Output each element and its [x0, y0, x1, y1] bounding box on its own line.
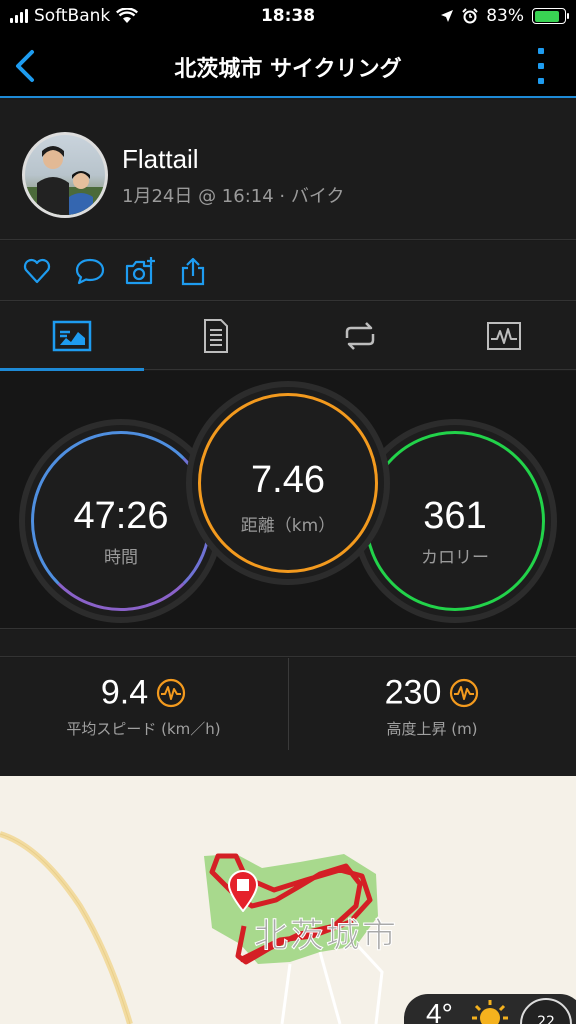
temperature: 4°: [426, 998, 453, 1024]
loop-icon: [345, 322, 375, 350]
distance-value: 7.46: [251, 459, 325, 501]
comment-icon: [75, 258, 105, 285]
avatar[interactable]: [22, 132, 108, 218]
more-button[interactable]: [536, 48, 546, 84]
calories-value: 361: [423, 495, 487, 537]
map-canvas: [0, 831, 384, 1024]
start-pin-icon: [227, 870, 259, 912]
location-arrow-icon: [441, 10, 454, 22]
user-name[interactable]: Flattail: [122, 144, 199, 175]
tab-details[interactable]: [144, 302, 288, 370]
battery-icon: [532, 8, 569, 24]
summary-circles: 47:26 時間 361 カロリー 7.46 距離（km）: [0, 371, 576, 629]
activity-header: Flattail 1月24日 @ 16:14 · バイク: [0, 100, 576, 240]
elevation-stat: 230 高度上昇 (m): [288, 658, 575, 750]
weather-widget: 4° 22: [404, 994, 576, 1024]
time-label: 時間: [104, 548, 138, 568]
chart-icon: [487, 322, 521, 350]
elevation-value: 230: [384, 673, 442, 712]
comment-button[interactable]: [74, 256, 106, 286]
divider: [0, 630, 576, 657]
avg-speed-value: 9.4: [100, 673, 149, 712]
heart-icon: [23, 258, 51, 284]
add-photo-button[interactable]: [124, 256, 158, 286]
avg-speed-stat: 9.4 平均スピード (km／h): [0, 658, 287, 750]
like-button[interactable]: [22, 256, 52, 286]
document-icon: [204, 319, 228, 353]
tab-bar: [0, 302, 576, 371]
camera-add-icon: [125, 257, 155, 285]
activity-date-type: 1月24日 @ 16:14 · バイク: [122, 186, 345, 207]
weather-index-badge: 22: [520, 998, 572, 1024]
tab-overview[interactable]: [0, 302, 144, 371]
route-map[interactable]: 北茨城市 4° 22: [0, 776, 576, 1024]
page-title: 北茨城市 サイクリング: [174, 57, 402, 82]
status-bar: SoftBank 18:38 83%: [0, 0, 576, 34]
battery-percent: 83%: [486, 6, 524, 26]
sun-icon: [472, 1000, 508, 1024]
overview-icon: [52, 320, 92, 352]
calories-ring: 361 カロリー: [359, 425, 551, 617]
action-bar: [0, 241, 576, 301]
tab-laps[interactable]: [288, 302, 432, 370]
tab-charts[interactable]: [432, 302, 576, 370]
map-place-label: 北茨城市: [254, 916, 398, 957]
share-button[interactable]: [178, 256, 208, 286]
time-ring: 47:26 時間: [25, 425, 217, 617]
time-value: 47:26: [73, 495, 169, 537]
pulse-badge-icon: [157, 678, 186, 708]
avg-speed-label: 平均スピード (km／h): [66, 720, 221, 738]
weather-index: 22: [537, 1014, 555, 1024]
calories-label: カロリー: [421, 548, 489, 568]
distance-ring: 7.46 距離（km）: [192, 387, 384, 579]
stats-row: 9.4 平均スピード (km／h) 230 高度上昇 (m): [0, 658, 576, 750]
alarm-icon: [462, 8, 478, 24]
share-icon: [181, 257, 205, 286]
pulse-badge-icon: [450, 678, 479, 708]
nav-bar: 北茨城市 サイクリング: [0, 34, 576, 98]
elevation-label: 高度上昇 (m): [386, 720, 478, 738]
divider: [0, 750, 576, 776]
distance-label: 距離（km）: [240, 516, 336, 536]
